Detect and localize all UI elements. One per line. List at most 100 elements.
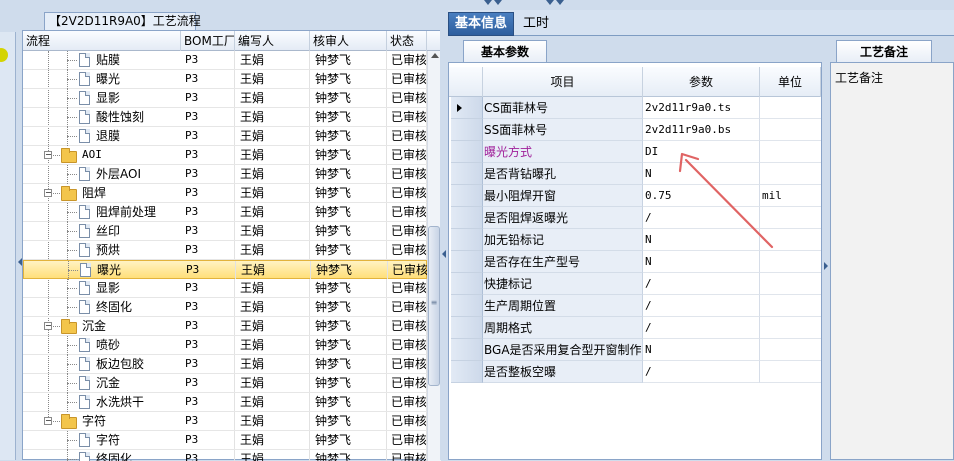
tree-row[interactable]: 阻焊前处理 P3 王娟 钟梦飞 已审核 — [23, 203, 427, 222]
cell-bom: P3 — [181, 222, 235, 240]
param-value[interactable]: / — [643, 273, 760, 295]
param-unit[interactable] — [760, 317, 821, 339]
row-indicator[interactable] — [451, 295, 483, 317]
center-splitter[interactable] — [440, 0, 448, 460]
param-unit[interactable] — [760, 273, 821, 295]
param-row[interactable]: CS面菲林号 2v2d11r9a0.ts — [449, 97, 821, 119]
column-header-bom[interactable]: BOM工厂 — [181, 31, 235, 51]
param-row[interactable]: 周期格式 / — [449, 317, 821, 339]
tree-row[interactable]: 丝印 P3 王娟 钟梦飞 已审核 — [23, 222, 427, 241]
param-unit[interactable] — [760, 97, 821, 119]
tree-row[interactable]: 酸性蚀刻 P3 王娟 钟梦飞 已审核 — [23, 108, 427, 127]
row-indicator[interactable] — [451, 119, 483, 141]
row-indicator[interactable] — [451, 185, 483, 207]
tree-row[interactable]: 外层AOI P3 王娟 钟梦飞 已审核 — [23, 165, 427, 184]
tree-row[interactable]: 贴膜 P3 王娟 钟梦飞 已审核 — [23, 51, 427, 70]
tree-row[interactable]: 板边包胶 P3 王娟 钟梦飞 已审核 — [23, 355, 427, 374]
collapse-right-arrow-icon[interactable] — [824, 262, 828, 270]
row-indicator[interactable] — [451, 273, 483, 295]
column-header-process[interactable]: 流程 — [23, 31, 181, 51]
row-indicator[interactable] — [451, 339, 483, 361]
param-row[interactable]: BGA是否采用复合型开窗制作 N — [449, 339, 821, 361]
param-row[interactable]: 是否整板空曝 / — [449, 361, 821, 383]
collapse-node-icon[interactable]: − — [44, 322, 52, 330]
param-item: 快捷标记 — [483, 273, 643, 295]
param-item: 周期格式 — [483, 317, 643, 339]
row-indicator[interactable] — [451, 207, 483, 229]
row-indicator[interactable] — [451, 141, 483, 163]
tree-row[interactable]: 字符 P3 王娟 钟梦飞 已审核 — [23, 431, 427, 450]
tree-node-label: AOI — [82, 148, 102, 161]
row-indicator[interactable] — [451, 229, 483, 251]
tab-work-hours[interactable]: 工时 — [516, 12, 556, 36]
column-header-reviewer[interactable]: 核审人 — [310, 31, 387, 51]
tree-row[interactable]: 显影 P3 王娟 钟梦飞 已审核 — [23, 89, 427, 108]
tab-process-notes[interactable]: 工艺备注 — [836, 40, 932, 62]
tree-panel-tab[interactable]: 【2V2D11R9A0】工艺流程 — [44, 12, 201, 30]
row-indicator[interactable] — [451, 317, 483, 339]
cell-status: 已审核 — [387, 412, 427, 430]
tree-row[interactable]: 水洗烘干 P3 王娟 钟梦飞 已审核 — [23, 393, 427, 412]
param-value[interactable]: 2v2d11r9a0.bs — [643, 119, 760, 141]
column-header-unit[interactable]: 单位 — [760, 67, 821, 97]
param-unit[interactable] — [760, 119, 821, 141]
tree-row[interactable]: 喷砂 P3 王娟 钟梦飞 已审核 — [23, 336, 427, 355]
row-indicator[interactable] — [451, 163, 483, 185]
row-indicator[interactable] — [451, 97, 483, 119]
param-row[interactable]: 生产周期位置 / — [449, 295, 821, 317]
tree-folder-row[interactable]: − 阻焊 P3 王娟 钟梦飞 已审核 — [23, 184, 427, 203]
collapse-top-arrows-icon[interactable] — [484, 0, 564, 8]
param-value[interactable]: / — [643, 361, 760, 383]
param-value[interactable]: / — [643, 317, 760, 339]
tree-row[interactable]: 显影 P3 王娟 钟梦飞 已审核 — [23, 279, 427, 298]
document-icon — [79, 53, 90, 67]
column-header-status[interactable]: 状态 — [387, 31, 427, 51]
column-header-item[interactable]: 项目 — [483, 67, 643, 97]
tree-row[interactable]: 退膜 P3 王娟 钟梦飞 已审核 — [23, 127, 427, 146]
cell-status: 已审核 — [387, 241, 427, 259]
tree-folder-row[interactable]: − AOI P3 王娟 钟梦飞 已审核 — [23, 146, 427, 165]
param-item: BGA是否采用复合型开窗制作 — [483, 339, 643, 361]
param-item: CS面菲林号 — [483, 97, 643, 119]
right-splitter[interactable] — [822, 36, 830, 460]
param-row[interactable]: 快捷标记 / — [449, 273, 821, 295]
tree-connector-line — [67, 440, 77, 441]
collapse-node-icon[interactable]: − — [44, 151, 52, 159]
param-value[interactable]: / — [643, 295, 760, 317]
param-value[interactable]: N — [643, 339, 760, 361]
tree-row[interactable]: 终固化 P3 王娟 钟梦飞 已审核 — [23, 298, 427, 317]
param-value[interactable]: 2v2d11r9a0.ts — [643, 97, 760, 119]
tree-folder-row[interactable]: − 沉金 P3 王娟 钟梦飞 已审核 — [23, 317, 427, 336]
cell-author: 王娟 — [235, 374, 310, 392]
tree-row[interactable]: 沉金 P3 王娟 钟梦飞 已审核 — [23, 374, 427, 393]
tree-row[interactable]: 曝光 P3 王娟 钟梦飞 已审核 — [23, 260, 427, 280]
param-unit[interactable] — [760, 361, 821, 383]
tree-folder-row[interactable]: − 字符 P3 王娟 钟梦飞 已审核 — [23, 412, 427, 431]
param-item: 是否存在生产型号 — [483, 251, 643, 273]
scroll-up-arrow-icon[interactable] — [431, 53, 439, 58]
tree-node-label: 阻焊 — [82, 186, 107, 200]
row-indicator[interactable] — [451, 251, 483, 273]
collapse-node-icon[interactable]: − — [44, 189, 52, 197]
cell-author: 王娟 — [235, 203, 310, 221]
tree-row[interactable]: 预烘 P3 王娟 钟梦飞 已审核 — [23, 241, 427, 260]
cell-author: 王娟 — [235, 317, 310, 335]
tree-node-label: 贴膜 — [96, 53, 121, 67]
column-header-value[interactable]: 参数 — [643, 67, 760, 97]
collapse-center-arrow-icon[interactable] — [442, 250, 446, 258]
param-unit[interactable] — [760, 339, 821, 361]
collapse-node-icon[interactable]: − — [44, 417, 52, 425]
tab-basic-info[interactable]: 基本信息 — [448, 12, 514, 36]
tab-basic-params[interactable]: 基本参数 — [463, 40, 547, 62]
cell-author: 王娟 — [235, 241, 310, 259]
param-unit[interactable] — [760, 295, 821, 317]
param-row[interactable]: SS面菲林号 2v2d11r9a0.bs — [449, 119, 821, 141]
process-notes-panel[interactable]: 工艺备注 — [830, 62, 954, 460]
param-item: 生产周期位置 — [483, 295, 643, 317]
tree-row[interactable]: 终固化 P3 王娟 钟梦飞 已审核 — [23, 450, 427, 461]
column-header-author[interactable]: 编写人 — [235, 31, 310, 51]
tree-row[interactable]: 曝光 P3 王娟 钟梦飞 已审核 — [23, 70, 427, 89]
cell-bom: P3 — [181, 89, 235, 107]
row-indicator[interactable] — [451, 361, 483, 383]
cell-bom: P3 — [181, 298, 235, 316]
